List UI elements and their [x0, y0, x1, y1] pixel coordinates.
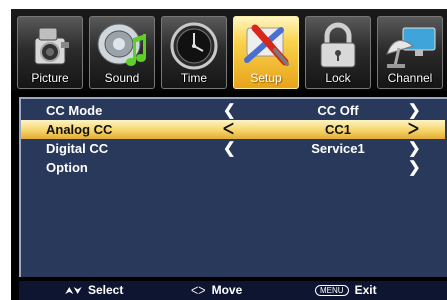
- tv-osd-screen: Picture Sound Time Setup Lock Channel CC…: [11, 9, 447, 300]
- satellite-dish-icon: [386, 27, 436, 68]
- tab-setup[interactable]: Setup: [233, 16, 299, 89]
- menu-key-icon: MENU: [315, 285, 349, 296]
- help-select-label: Select: [88, 283, 124, 297]
- right-arrow-icon[interactable]: ❯: [408, 101, 421, 119]
- row-value: Service1: [311, 141, 365, 156]
- tab-label: Picture: [31, 71, 69, 85]
- help-exit-label: Exit: [354, 283, 377, 297]
- help-exit: MENU Exit: [315, 283, 377, 297]
- row-label: CC Mode: [46, 103, 103, 118]
- padlock-icon: [320, 22, 356, 68]
- tab-label: Setup: [250, 71, 282, 85]
- row-label: Digital CC: [46, 141, 109, 156]
- tab-label: Lock: [325, 71, 351, 85]
- menu-row-digital-cc[interactable]: Digital CC ❮ Service1 ❯: [21, 139, 445, 158]
- help-move-label: Move: [211, 283, 243, 297]
- menu-tab-bar: Picture Sound Time Setup Lock Channel: [11, 9, 447, 91]
- left-arrow-icon[interactable]: ❮: [223, 101, 236, 119]
- left-arrow-icon[interactable]: ᐸ: [223, 120, 234, 138]
- speaker-music-icon: [97, 23, 146, 66]
- up-down-keys-icon: ⮝⮟: [65, 286, 82, 297]
- right-arrow-icon[interactable]: ᐳ: [408, 120, 419, 138]
- tab-channel[interactable]: Channel: [377, 16, 443, 89]
- tab-picture[interactable]: Picture: [17, 16, 83, 89]
- help-move: ᐸᐳ Move: [191, 283, 242, 297]
- camera-icon: [34, 27, 69, 65]
- menu-row-cc-mode[interactable]: CC Mode ❮ CC Off ❯: [21, 101, 445, 120]
- tab-label: Channel: [387, 71, 433, 85]
- row-label: Option: [46, 160, 88, 175]
- tab-label: Time: [180, 71, 208, 85]
- left-arrow-icon[interactable]: ❮: [223, 139, 236, 157]
- right-arrow-icon[interactable]: ❯: [408, 158, 421, 176]
- tab-lock[interactable]: Lock: [305, 16, 371, 89]
- left-right-keys-icon: ᐸᐳ: [191, 286, 206, 297]
- menu-row-analog-cc[interactable]: Analog CC ᐸ CC1 ᐳ: [21, 120, 445, 139]
- row-value: CC1: [324, 122, 351, 137]
- help-select: ⮝⮟ Select: [65, 283, 123, 297]
- menu-row-option[interactable]: Option ❯: [21, 158, 445, 177]
- tab-time[interactable]: Time: [161, 16, 227, 89]
- tab-sound[interactable]: Sound: [89, 16, 155, 89]
- setup-cc-menu: CC Mode ❮ CC Off ❯ Analog CC ᐸ CC1 ᐳ Dig…: [19, 97, 447, 277]
- help-bar: ⮝⮟ Select ᐸᐳ Move MENU Exit: [19, 281, 447, 300]
- row-label: Analog CC: [46, 122, 113, 137]
- tab-label: Sound: [104, 71, 140, 85]
- tools-icon: [244, 24, 289, 66]
- right-arrow-icon[interactable]: ❯: [408, 139, 421, 157]
- row-value: CC Off: [317, 103, 359, 118]
- clock-icon: [170, 22, 218, 70]
